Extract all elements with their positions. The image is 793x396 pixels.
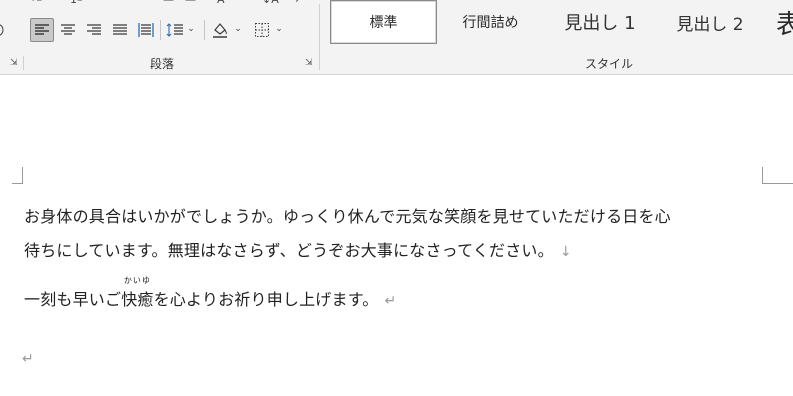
show-marks-icon[interactable]: → <box>290 0 299 6</box>
style-heading-2[interactable]: 見出し 2 <box>656 0 764 44</box>
line-spacing-dropdown-icon[interactable]: ⌄ <box>186 22 196 36</box>
separator <box>204 20 205 40</box>
document-page[interactable] <box>0 75 793 396</box>
align-center-button[interactable] <box>56 18 80 42</box>
empty-paragraph-mark: ↵ <box>22 351 34 367</box>
align-center-icon <box>61 24 75 35</box>
paragraph-1-line-2-text: 待ちにしています。無理はなさらず、どうぞお大事になさってください。 <box>24 241 554 260</box>
styles-group-label: スタイル <box>585 57 634 71</box>
group-divider <box>23 56 24 70</box>
increase-indent-icon[interactable]: — <box>185 0 196 6</box>
align-left-button[interactable] <box>30 18 54 42</box>
paragraph-group-label: 段落 <box>150 57 175 71</box>
group-divider <box>319 4 320 70</box>
numbering-icon[interactable]: 1– <box>70 0 83 6</box>
justify-icon <box>113 24 127 35</box>
decrease-indent-icon[interactable]: — <box>163 0 174 6</box>
shading-button[interactable] <box>208 18 232 42</box>
paragraph-dialog-launcher-icon[interactable]: ⇲ <box>305 59 314 68</box>
circled-char-icon[interactable]: 字 <box>0 18 8 42</box>
borders-icon <box>255 23 269 37</box>
sort-icon[interactable]: ↓A <box>262 0 279 6</box>
borders-button[interactable] <box>250 18 274 42</box>
asian-layout-icon[interactable]: A <box>217 0 225 6</box>
ruby-annotation: かいゆ <box>123 276 151 285</box>
distributed-icon <box>138 23 154 37</box>
separator <box>160 20 161 40</box>
paragraph-2-text-after: を心よりお祈り申し上げます。 <box>153 290 379 309</box>
align-right-icon <box>87 24 101 35</box>
distributed-button[interactable] <box>134 18 158 42</box>
style-normal[interactable]: 標準 <box>330 0 437 44</box>
paragraph-2-text-before: 一刻も早いご <box>24 290 122 309</box>
paragraph-1-line-1: お身体の具合はいかがでしょうか。ゆっくり休んで元気な笑顔を見せていただける日を心 <box>24 207 671 226</box>
crop-mark-right <box>762 167 793 184</box>
ruby-word: かいゆ 快癒 <box>121 276 154 310</box>
ribbon: •– 1– — — A ↓A → 字 <box>0 0 793 75</box>
style-no-spacing[interactable]: 行間詰め <box>437 0 544 44</box>
ruby-base: 快癒 <box>121 290 154 309</box>
align-left-icon <box>35 24 49 35</box>
style-gallery: 標準 行間詰め 見出し 1 見出し 2 表 <box>330 0 793 44</box>
shading-icon <box>213 23 227 38</box>
align-right-button[interactable] <box>82 18 106 42</box>
borders-dropdown-icon[interactable]: ⌄ <box>274 22 284 36</box>
style-heading-1[interactable]: 見出し 1 <box>544 0 656 44</box>
paragraph-mark: ↵ <box>384 293 397 309</box>
style-title[interactable]: 表 <box>766 0 793 44</box>
svg-text:字: 字 <box>0 26 1 35</box>
line-spacing-icon <box>166 23 183 37</box>
empty-paragraph: ↵ <box>22 348 34 367</box>
font-dialog-launcher-icon[interactable]: ⇲ <box>10 59 19 68</box>
paragraph-1-line-2: 待ちにしています。無理はなさらず、どうぞお大事になさってください。 ↓ <box>24 237 572 261</box>
justify-button[interactable] <box>108 18 132 42</box>
paragraph-2: 一刻も早いご かいゆ快癒を心よりお祈り申し上げます。 ↵ <box>24 276 397 310</box>
line-spacing-button[interactable] <box>163 18 187 42</box>
line-break-mark: ↓ <box>559 244 572 260</box>
crop-mark-left <box>12 167 23 184</box>
ribbon-top-row-partial: •– 1– — — A ↓A → <box>0 0 320 6</box>
bullets-icon[interactable]: •– <box>30 0 42 6</box>
paragraph-tools-row: 字 <box>0 18 320 42</box>
shading-dropdown-icon[interactable]: ⌄ <box>233 22 243 36</box>
